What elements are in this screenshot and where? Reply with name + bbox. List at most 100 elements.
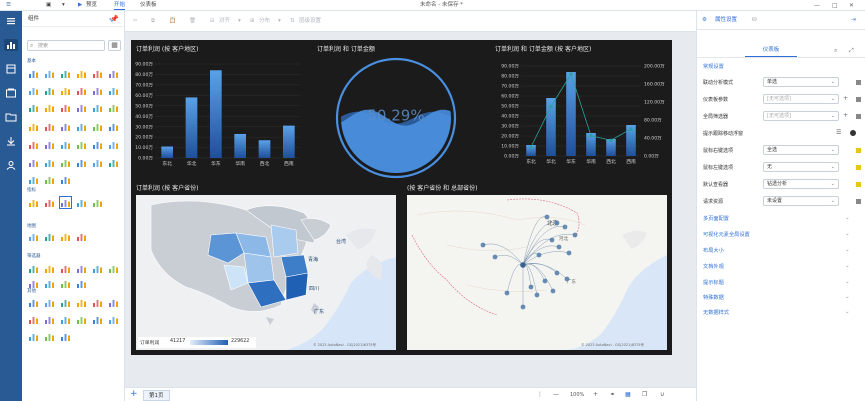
component-chart-type-icon[interactable] <box>108 139 119 150</box>
component-chart-type-icon[interactable] <box>92 85 103 96</box>
chevron-down-icon[interactable]: ⌄ <box>845 247 850 253</box>
map-card-profit-province[interactable]: 订单利润 (按 客户省份) 青海 四川 广东 台湾 订单利润 41217 229… <box>131 180 399 355</box>
component-chart-type-icon[interactable] <box>76 139 87 150</box>
property-select[interactable]: 无 ⌄ <box>763 162 839 172</box>
chevron-down-icon[interactable]: ⌄ <box>845 263 850 269</box>
component-chart-type-icon[interactable] <box>28 278 39 289</box>
component-chart-type-icon[interactable] <box>28 231 39 242</box>
align-label[interactable]: 对齐 <box>219 16 230 26</box>
component-chart-type-icon[interactable] <box>28 174 39 185</box>
component-chart-type-icon[interactable] <box>44 68 55 79</box>
component-chart-type-icon[interactable] <box>60 278 71 289</box>
app-menu-icon[interactable]: ☰ <box>6 1 11 10</box>
status-marker[interactable] <box>856 148 861 153</box>
group-general[interactable]: 常规设置 <box>703 63 724 70</box>
property-select[interactable]: 单选 ⌄ <box>763 77 839 87</box>
component-chart-type-icon[interactable] <box>76 102 87 113</box>
chart-icon[interactable] <box>4 39 18 51</box>
component-chart-type-icon[interactable] <box>28 139 39 150</box>
component-chart-type-icon[interactable] <box>28 157 39 168</box>
toggle-switch[interactable] <box>850 130 856 136</box>
preview-icon[interactable]: ▶ <box>78 1 82 10</box>
component-chart-type-icon[interactable] <box>76 197 87 208</box>
component-chart-type-icon[interactable] <box>60 231 71 242</box>
list-icon[interactable]: ☰ <box>836 128 841 138</box>
component-chart-type-icon[interactable] <box>108 121 119 132</box>
user-icon[interactable] <box>4 159 18 171</box>
component-chart-type-icon[interactable] <box>76 314 87 325</box>
component-chart-type-icon[interactable] <box>59 196 72 209</box>
component-chart-type-icon[interactable] <box>60 157 71 168</box>
component-chart-type-icon[interactable] <box>60 68 71 79</box>
close-button[interactable]: ✕ <box>849 1 854 10</box>
copy-icon[interactable]: ⧉ <box>151 16 155 26</box>
map-card-flow[interactable]: (按 客户省份 和 总部省份) 北京 河北 广东 © 2023 AutoNavi… <box>401 180 672 355</box>
subtab-dashboard[interactable]: 仪表板 <box>745 45 797 57</box>
layers-icon[interactable]: ❐ <box>642 390 647 400</box>
component-chart-type-icon[interactable] <box>44 85 55 96</box>
chevron-down-icon[interactable]: ⌄ <box>845 294 850 300</box>
component-chart-type-icon[interactable] <box>44 102 55 113</box>
component-chart-type-icon[interactable] <box>60 314 71 325</box>
property-group[interactable]: 无数据样式 <box>703 309 729 316</box>
component-chart-type-icon[interactable] <box>92 157 103 168</box>
chart-card-gauge[interactable]: 订单利润 和 订单金额 50.29% <box>311 40 481 180</box>
component-chart-type-icon[interactable] <box>108 85 119 96</box>
property-select[interactable]: 全选 ⌄ <box>763 145 839 155</box>
status-marker[interactable] <box>856 97 861 102</box>
property-group[interactable]: 提示标题 <box>703 279 724 286</box>
component-chart-type-icon[interactable] <box>28 85 39 96</box>
property-group[interactable]: 可视化元素全局设置 <box>703 231 750 238</box>
component-chart-type-icon[interactable] <box>44 297 55 308</box>
tab-properties[interactable]: 属性设置 <box>715 16 737 25</box>
more-icon[interactable]: ▾ <box>62 1 65 10</box>
menu-start[interactable]: 开始 <box>114 1 126 10</box>
component-chart-type-icon[interactable] <box>28 68 39 79</box>
property-select[interactable]: 钻透分析 ⌄ <box>763 179 839 189</box>
align-icon[interactable]: ⊟ <box>210 16 215 26</box>
component-chart-type-icon[interactable] <box>76 297 87 308</box>
minimize-button[interactable]: — <box>814 1 820 10</box>
component-chart-type-icon[interactable] <box>28 121 39 132</box>
component-chart-type-icon[interactable] <box>44 231 55 242</box>
component-chart-type-icon[interactable] <box>92 102 103 113</box>
component-chart-type-icon[interactable] <box>108 68 119 79</box>
property-select[interactable]: [无可选项] ⌄ <box>763 111 839 121</box>
collapse-panel-icon[interactable]: ⇥ <box>851 16 856 25</box>
component-chart-type-icon[interactable] <box>44 157 55 168</box>
property-group[interactable]: 文档外观 <box>703 263 724 270</box>
component-chart-type-icon[interactable] <box>44 278 55 289</box>
grid-icon[interactable]: ▦ <box>625 390 631 400</box>
chevron-down-icon[interactable]: ⌄ <box>845 215 850 221</box>
status-marker[interactable] <box>856 199 861 204</box>
component-chart-type-icon[interactable] <box>108 263 119 274</box>
component-chart-type-icon[interactable] <box>60 121 71 132</box>
panel-expand-icon[interactable]: ⤢ <box>849 45 854 56</box>
link-icon[interactable]: ⚭ <box>610 390 615 400</box>
component-chart-type-icon[interactable] <box>60 331 71 342</box>
component-chart-type-icon[interactable] <box>92 197 103 208</box>
folder-icon[interactable] <box>4 111 18 123</box>
component-chart-type-icon[interactable] <box>28 314 39 325</box>
component-chart-type-icon[interactable] <box>60 297 71 308</box>
add-page-button[interactable]: + <box>130 389 138 400</box>
layer-icon[interactable]: ⇅ <box>290 16 295 26</box>
property-group[interactable]: 多页面配置 <box>703 215 729 222</box>
component-chart-type-icon[interactable] <box>44 174 55 185</box>
property-select[interactable]: 未设置 ⌄ <box>763 196 839 206</box>
menu-preview[interactable]: 预览 <box>86 1 97 10</box>
database-icon[interactable]: ⛁ <box>752 16 757 25</box>
menu-dashboard[interactable]: 仪表板 <box>140 1 157 10</box>
dashboard[interactable]: 订单利润 (按 客户地区) 0.00万 10.00万 20.00万 30.00万 40.… <box>131 40 672 355</box>
component-chart-type-icon[interactable] <box>44 331 55 342</box>
component-chart-type-icon[interactable] <box>76 121 87 132</box>
zoom-level[interactable]: 100% <box>570 390 584 400</box>
component-chart-type-icon[interactable] <box>28 297 39 308</box>
chevron-down-icon[interactable]: ⌄ <box>845 231 850 237</box>
component-chart-type-icon[interactable] <box>76 85 87 96</box>
component-chart-type-icon[interactable] <box>76 68 87 79</box>
layer-label[interactable]: 层级设置 <box>299 16 321 26</box>
component-chart-type-icon[interactable] <box>92 263 103 274</box>
paste-icon[interactable]: 📋 <box>169 16 176 26</box>
add-icon[interactable]: + <box>843 94 848 104</box>
